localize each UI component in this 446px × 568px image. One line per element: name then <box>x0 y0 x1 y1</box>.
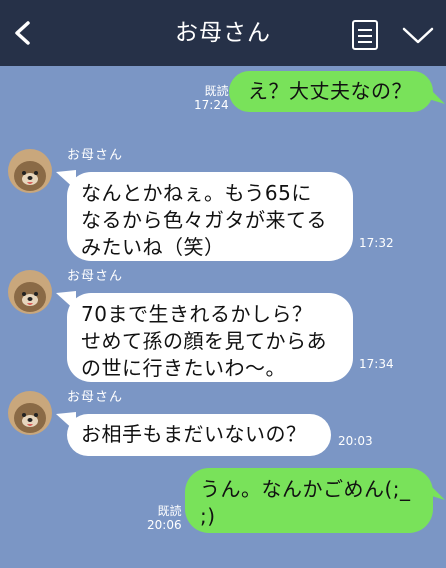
message-list[interactable]: 既読 17:24 え？大丈夫なの？ お母さん なんとかねぇ。もう65に なるから… <box>0 66 446 568</box>
read-receipt: 既読 <box>157 504 182 518</box>
bubble-tail <box>425 84 445 104</box>
bubble-tail <box>425 480 445 500</box>
sender-name: お母さん <box>67 269 124 284</box>
menu-toggle-button[interactable] <box>401 22 435 48</box>
message-bubble-incoming[interactable]: お相手もまだいないの？ <box>67 414 331 456</box>
chat-title: お母さん <box>175 20 271 46</box>
avatar[interactable] <box>8 270 52 314</box>
message-meta: 既読 20:06 <box>147 504 182 532</box>
dog-avatar-icon <box>8 149 52 193</box>
dog-avatar-icon <box>8 270 52 314</box>
notes-button[interactable] <box>351 19 379 51</box>
read-receipt: 既読 <box>204 84 229 98</box>
message-bubble-incoming[interactable]: 70まで生きれるかしら？ せめて孫の顔を見てからあ の世に行きたいわ〜。 <box>67 293 353 382</box>
message-time: 17:34 <box>359 357 394 371</box>
message-bubble-incoming[interactable]: なんとかねぇ。もう65に なるから色々ガタが来てる みたいね（笑） <box>67 172 353 261</box>
avatar[interactable] <box>8 149 52 193</box>
dog-avatar-icon <box>8 391 52 435</box>
message-time: 17:24 <box>194 98 229 112</box>
chat-header: お母さん <box>0 0 446 66</box>
sender-name: お母さん <box>67 390 124 405</box>
avatar[interactable] <box>8 391 52 435</box>
message-bubble-outgoing[interactable]: うん。なんかごめん(;_ ;) <box>185 468 433 533</box>
notes-icon <box>352 20 378 50</box>
sender-name: お母さん <box>67 148 124 163</box>
message-bubble-outgoing[interactable]: え？大丈夫なの？ <box>229 71 433 112</box>
message-time: 20:06 <box>147 518 182 532</box>
message-meta: 既読 17:24 <box>194 84 229 112</box>
message-time: 20:03 <box>338 434 373 448</box>
message-time: 17:32 <box>359 236 394 250</box>
chevron-down-icon <box>402 27 434 44</box>
